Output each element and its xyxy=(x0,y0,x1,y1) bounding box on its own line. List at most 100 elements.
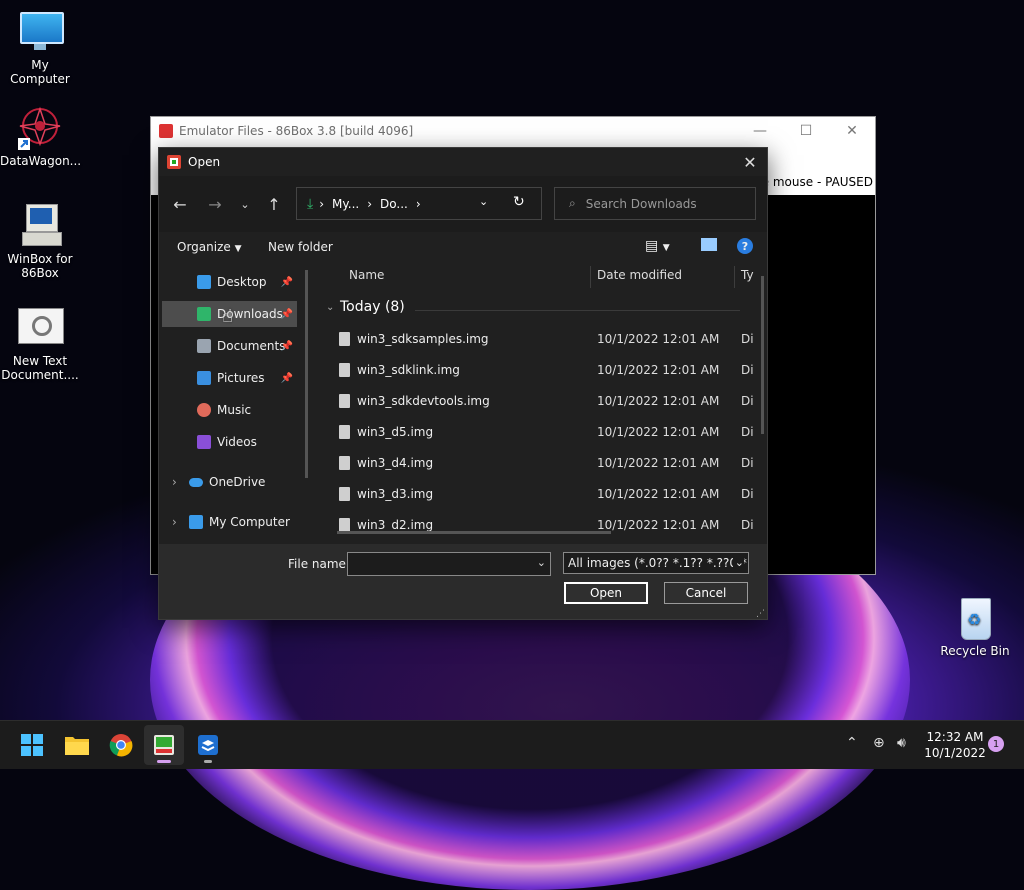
navigation-bar: ← → ⌄ ↑ ⤓ › My... › Do... › ⌄ ↻ ⌕ Search… xyxy=(159,176,767,232)
clock[interactable]: 12:32 AM 10/1/2022 xyxy=(920,729,990,761)
close-icon[interactable]: ✕ xyxy=(739,152,761,172)
search-input[interactable]: Search Downloads xyxy=(586,197,697,211)
breadcrumb-separator-icon: › xyxy=(319,196,325,211)
file-row[interactable]: win3_d2.img 10/1/2022 12:01 AM Di xyxy=(319,510,759,540)
file-name: win3_d5.img xyxy=(357,425,434,439)
documents-icon xyxy=(197,339,211,353)
organize-button[interactable]: Organize ▼ xyxy=(177,240,242,254)
file-name-input[interactable]: ⌄ xyxy=(347,552,551,576)
download-arrow-icon: ⤓ xyxy=(307,195,314,212)
notification-badge[interactable]: 1 xyxy=(988,736,1004,752)
view-options-icon[interactable]: ▤ ▼ xyxy=(645,238,670,254)
refresh-icon[interactable]: ↻ xyxy=(513,194,525,210)
start-button[interactable] xyxy=(12,725,52,765)
preview-pane-icon[interactable] xyxy=(701,238,717,251)
column-header-name[interactable]: Name xyxy=(349,268,384,282)
desktop-icon-label: My Computer xyxy=(10,58,70,86)
new-folder-button[interactable]: New folder xyxy=(268,240,333,254)
pin-icon: 📌 xyxy=(280,276,293,288)
chevron-right-icon[interactable]: › xyxy=(172,515,177,529)
file-list-hscrollbar[interactable] xyxy=(337,531,611,534)
file-date: 10/1/2022 12:01 AM xyxy=(597,487,720,501)
file-list: Name Date modified Ty ⌄ Today (8) win3_s… xyxy=(319,262,759,544)
back-arrow-icon[interactable]: ← xyxy=(167,190,193,218)
file-list-scrollbar[interactable] xyxy=(761,276,764,434)
file-type: Di xyxy=(741,487,754,501)
file-date: 10/1/2022 12:01 AM xyxy=(597,332,720,346)
dialog-title: Open xyxy=(188,155,221,169)
column-header-type[interactable]: Ty xyxy=(741,268,754,282)
open-button[interactable]: Open xyxy=(564,582,648,604)
emulator-titlebar[interactable]: Emulator Files - 86Box 3.8 [build 4096] … xyxy=(151,117,875,145)
cancel-button[interactable]: Cancel xyxy=(664,582,748,604)
file-row[interactable]: win3_d5.img 10/1/2022 12:01 AM Di xyxy=(319,417,759,447)
file-row[interactable]: win3_sdksamples.img 10/1/2022 12:01 AM Di xyxy=(319,324,759,354)
address-bar[interactable]: ⤓ › My... › Do... › ⌄ ↻ xyxy=(296,187,542,220)
desktop-icon-recycle-bin[interactable]: ♻ Recycle Bin xyxy=(935,596,1015,658)
breadcrumb-downloads[interactable]: Do... xyxy=(380,197,408,211)
nav-scrollbar[interactable] xyxy=(305,270,308,478)
volume-icon[interactable]: 🔊︎ xyxy=(897,735,906,751)
dialog-titlebar[interactable]: Open ✕ xyxy=(159,148,767,176)
file-row[interactable]: win3_d4.img 10/1/2022 12:01 AM Di xyxy=(319,448,759,478)
address-dropdown-icon[interactable]: ⌄ xyxy=(479,195,488,208)
file-name: win3_d3.img xyxy=(357,487,434,501)
desktop-icon-winbox[interactable]: WinBox for 86Box xyxy=(0,204,80,280)
chevron-up-icon[interactable]: ⌃ xyxy=(846,735,858,751)
file-row[interactable]: win3_sdkdevtools.img 10/1/2022 12:01 AM Di xyxy=(319,386,759,416)
nav-item-pictures[interactable]: Pictures 📌 xyxy=(162,365,297,391)
monitor-icon xyxy=(189,515,203,529)
file-name: win3_d4.img xyxy=(357,456,434,470)
breadcrumb-separator-icon: › xyxy=(367,196,373,211)
datawagon-icon xyxy=(18,106,62,150)
search-box[interactable]: ⌕ Search Downloads xyxy=(554,187,756,220)
file-name: win3_sdklink.img xyxy=(357,363,460,377)
file-name: win3_d2.img xyxy=(357,518,434,532)
column-divider[interactable] xyxy=(734,266,735,288)
nav-item-label: My Computer xyxy=(209,515,290,529)
file-type: Di xyxy=(741,363,754,377)
nav-item-music[interactable]: Music xyxy=(162,397,297,423)
taskbar-file-explorer[interactable] xyxy=(57,725,97,765)
taskbar-chrome[interactable] xyxy=(101,725,141,765)
file-type-filter[interactable]: All images (*.0?? *.1?? *.??0 *.86 ⌄ xyxy=(563,552,749,574)
nav-item-my-computer[interactable]: › My Computer xyxy=(162,509,297,535)
file-row[interactable]: win3_sdklink.img 10/1/2022 12:01 AM Di xyxy=(319,355,759,385)
close-icon[interactable]: ✕ xyxy=(829,117,875,145)
chevron-right-icon[interactable]: › xyxy=(172,475,177,489)
group-header[interactable]: Today (8) xyxy=(340,299,405,315)
chevron-down-icon[interactable]: ⌄ xyxy=(732,556,744,569)
help-icon[interactable]: ? xyxy=(737,238,753,254)
breadcrumb-my-computer[interactable]: My... xyxy=(332,197,359,211)
desktop-icon-my-computer[interactable]: My Computer xyxy=(0,10,80,86)
desktop-icon-new-text-document[interactable]: New Text Document.... xyxy=(0,306,80,382)
taskbar-86box[interactable] xyxy=(144,725,184,765)
nav-item-label: Pictures xyxy=(217,371,265,385)
column-header-date[interactable]: Date modified xyxy=(597,268,682,282)
desktop-icon-label: New Text Document.... xyxy=(1,354,79,382)
file-date: 10/1/2022 12:01 AM xyxy=(597,456,720,470)
recent-locations-chevron-icon[interactable]: ⌄ xyxy=(232,190,258,218)
maximize-icon[interactable]: ☐ xyxy=(783,117,829,145)
forward-arrow-icon[interactable]: → xyxy=(202,190,228,218)
chevron-down-icon[interactable]: ⌄ xyxy=(326,302,334,313)
file-type: Di xyxy=(741,332,754,346)
pin-icon: 📌 xyxy=(280,308,293,320)
up-arrow-icon[interactable]: ↑ xyxy=(261,190,287,218)
resize-grip-icon[interactable]: ⋰ xyxy=(756,609,765,619)
desktop-icon-datawagon[interactable]: DataWagon... xyxy=(0,106,81,168)
column-divider[interactable] xyxy=(590,266,591,288)
desktop-icon-label: Recycle Bin xyxy=(940,644,1010,658)
nav-item-videos[interactable]: Videos xyxy=(162,429,297,455)
open-dialog[interactable]: Open ✕ ← → ⌄ ↑ ⤓ › My... › Do... › ⌄ ↻ ⌕… xyxy=(158,147,768,620)
minimize-icon[interactable]: — xyxy=(737,117,783,145)
nav-item-desktop[interactable]: Desktop 📌 xyxy=(162,269,297,295)
chevron-down-icon[interactable]: ⌄ xyxy=(537,556,546,569)
nav-item-onedrive[interactable]: › OneDrive xyxy=(162,469,297,495)
file-type: Di xyxy=(741,394,754,408)
taskbar-winbox[interactable] xyxy=(188,725,228,765)
file-row[interactable]: win3_d3.img 10/1/2022 12:01 AM Di xyxy=(319,479,759,509)
globe-icon[interactable]: ⊕ xyxy=(873,735,885,751)
nav-item-documents[interactable]: Documents 📌 xyxy=(162,333,297,359)
downloads-icon xyxy=(197,307,211,321)
